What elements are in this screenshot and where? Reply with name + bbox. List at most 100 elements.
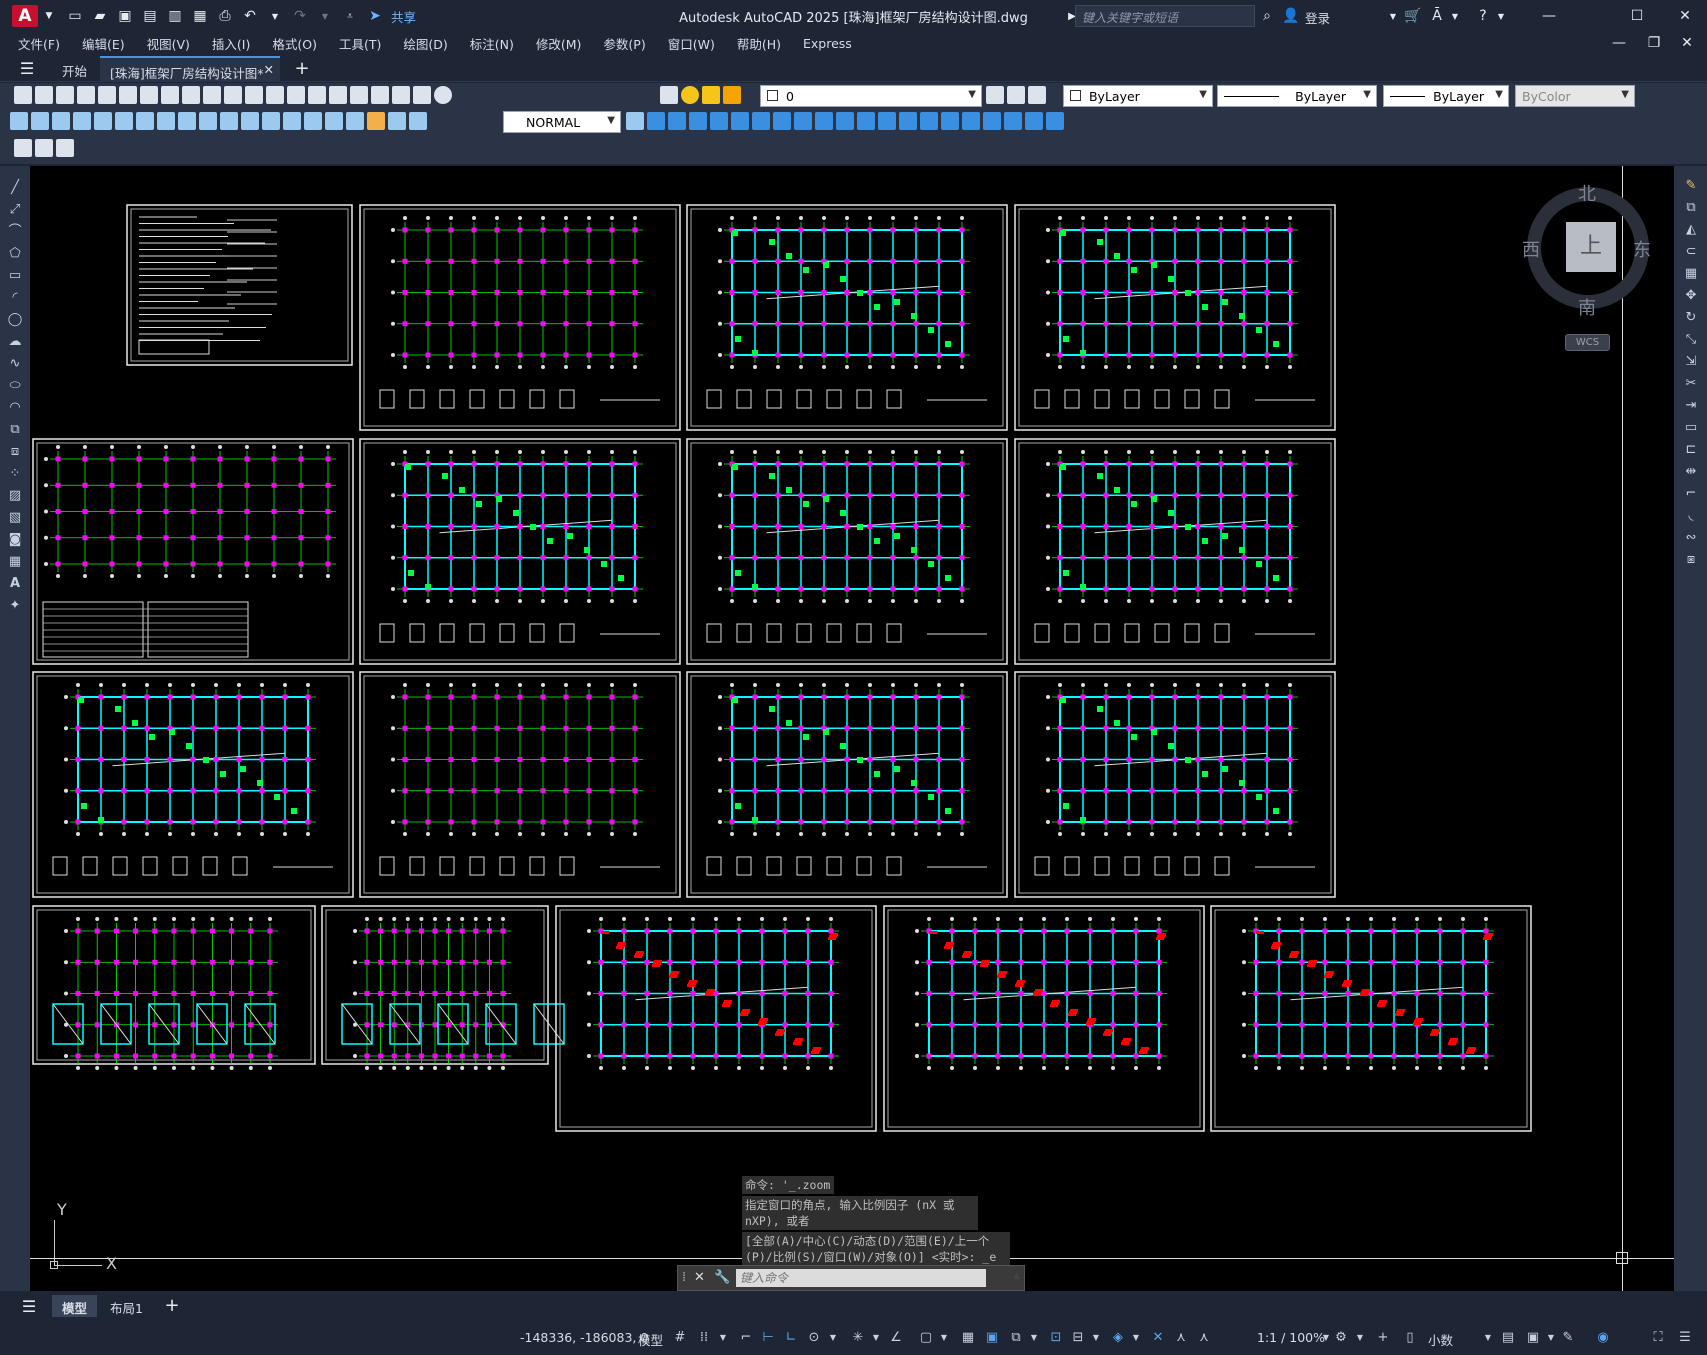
lineweight-display-icon[interactable]: ▦ xyxy=(960,1330,976,1346)
gradient-icon[interactable]: ▧ xyxy=(7,510,23,526)
menu-format[interactable]: 格式(O) xyxy=(272,34,317,53)
space-toggle[interactable]: 模型 xyxy=(638,1330,663,1349)
command-input[interactable] xyxy=(736,1269,986,1287)
polyline-icon[interactable]: ⌒ xyxy=(7,224,23,240)
r-extend-icon[interactable]: ⇥ xyxy=(1683,398,1699,414)
menu-dimension[interactable]: 标注(N) xyxy=(470,34,514,53)
mirror-icon[interactable] xyxy=(689,112,707,130)
array-icon[interactable] xyxy=(731,112,749,130)
tb-designcenter-icon[interactable] xyxy=(329,86,347,104)
region-icon[interactable]: ◙ xyxy=(7,532,23,548)
menu-insert[interactable]: 插入(I) xyxy=(212,34,250,53)
add-layout-icon[interactable]: + xyxy=(163,1295,181,1316)
lengthen-icon[interactable] xyxy=(1004,112,1022,130)
tb-cut-icon[interactable] xyxy=(140,86,158,104)
erase-icon[interactable] xyxy=(647,112,665,130)
user-icon[interactable]: 👤 xyxy=(1282,7,1300,25)
units-value[interactable]: 小数 xyxy=(1428,1330,1453,1349)
chamfer-icon[interactable] xyxy=(920,112,938,130)
command-line-grip[interactable]: ⁞ xyxy=(682,1270,686,1285)
isodraft-dropdown-icon[interactable]: ▼ xyxy=(868,1330,884,1346)
isolate-objects-icon[interactable]: ✎ xyxy=(1560,1330,1576,1346)
tb-zoom-icon[interactable] xyxy=(287,86,305,104)
r-break-icon[interactable]: ⊏ xyxy=(1683,442,1699,458)
viewcube-top-face[interactable]: 上 xyxy=(1566,222,1616,272)
app-menu-chevron-icon[interactable]: ▼ xyxy=(40,7,58,25)
tb-copy-icon[interactable] xyxy=(161,86,179,104)
viewcube-north[interactable]: 北 xyxy=(1578,180,1596,206)
menu-parametric[interactable]: 参数(P) xyxy=(603,34,645,53)
dynamic-ucs-dropdown-icon[interactable]: ▼ xyxy=(1088,1330,1104,1346)
dimstyle-dropdown[interactable]: NORMAL ▼ xyxy=(503,111,621,133)
units-dropdown-icon[interactable]: ▼ xyxy=(1480,1330,1496,1346)
tb-save-icon[interactable] xyxy=(56,86,74,104)
hamburger-menu-icon[interactable]: ☰ xyxy=(18,59,36,78)
selection-cycling-icon[interactable]: ⧉ xyxy=(1008,1330,1024,1346)
object-snap-tracking-icon[interactable]: ∠ xyxy=(888,1330,904,1346)
revcloud-icon[interactable]: ☁ xyxy=(7,334,23,350)
table-icon[interactable]: ▦ xyxy=(7,554,23,570)
command-customize-icon[interactable]: 🔧 xyxy=(714,1270,730,1285)
dim-break-icon[interactable] xyxy=(262,112,280,130)
dynamic-ucs-icon[interactable]: ⊟ xyxy=(1070,1330,1086,1346)
close-icon[interactable]: ✕ xyxy=(1676,7,1694,25)
linetype-dropdown[interactable]: ByLayer ▼ xyxy=(1217,85,1377,107)
tab-start[interactable]: 开始 xyxy=(52,56,97,82)
menu-help[interactable]: 帮助(H) xyxy=(737,34,781,53)
menu-draw[interactable]: 绘图(D) xyxy=(403,34,447,53)
login-label[interactable]: 登录 xyxy=(1305,8,1330,27)
tab-model[interactable]: 模型 xyxy=(52,1295,98,1317)
r-blend-icon[interactable]: ∾ xyxy=(1683,530,1699,546)
rectangle-icon[interactable]: ▭ xyxy=(7,268,23,284)
menu-modify[interactable]: 修改(M) xyxy=(536,34,582,53)
3d-osnap-icon[interactable]: ⊡ xyxy=(1048,1330,1064,1346)
tb-sheetset-icon[interactable] xyxy=(371,86,389,104)
drawing-canvas[interactable]: Y X xyxy=(30,166,1674,1291)
add-selected-icon[interactable]: ✦ xyxy=(7,598,23,614)
share-label[interactable]: 共享 xyxy=(391,7,416,26)
save-as-icon[interactable]: ▤ xyxy=(141,7,159,25)
annotation-monitor-icon[interactable]: + xyxy=(1375,1330,1391,1346)
tool-a-icon[interactable] xyxy=(14,139,32,157)
clean-screen-icon[interactable]: ⛶ xyxy=(1650,1330,1666,1346)
wcs-menu[interactable]: WCS xyxy=(1565,334,1610,351)
auto-scale-icon[interactable]: ⋏ xyxy=(1196,1330,1212,1346)
layer-previous-icon[interactable] xyxy=(1007,86,1025,104)
save-icon[interactable]: ▣ xyxy=(116,7,134,25)
tb-toolpalette-icon[interactable] xyxy=(350,86,368,104)
tool-c-icon[interactable] xyxy=(56,139,74,157)
menu-file[interactable]: 文件(F) xyxy=(18,34,60,53)
tb-help-icon[interactable] xyxy=(434,86,452,104)
scale-icon[interactable] xyxy=(794,112,812,130)
menu-view[interactable]: 视图(V) xyxy=(147,34,190,53)
insert-block-icon[interactable]: ⧉ xyxy=(7,422,23,438)
share-icon[interactable]: ➤ xyxy=(366,7,384,25)
dim-update-icon[interactable] xyxy=(409,112,427,130)
edit-polyline-icon[interactable] xyxy=(1046,112,1064,130)
blend-icon[interactable] xyxy=(1025,112,1043,130)
tb-publish-icon[interactable] xyxy=(119,86,137,104)
jogged-linear-icon[interactable] xyxy=(346,112,364,130)
dim-jogged-icon[interactable] xyxy=(115,112,133,130)
doc-minimize-icon[interactable]: — xyxy=(1610,34,1628,52)
offset-icon[interactable] xyxy=(710,112,728,130)
tb-redo-icon[interactable] xyxy=(245,86,263,104)
dim-aligned-icon[interactable] xyxy=(31,112,49,130)
snap-icon[interactable]: ⁞⁞ xyxy=(696,1330,712,1346)
app-logo[interactable]: A xyxy=(12,5,38,27)
snap-dropdown-icon[interactable]: ▼ xyxy=(715,1330,731,1346)
isodraft-icon[interactable]: ✳ xyxy=(850,1330,866,1346)
new-tab-icon[interactable]: + xyxy=(293,58,311,79)
r-array-icon[interactable]: ▦ xyxy=(1683,266,1699,282)
tb-new-icon[interactable] xyxy=(14,86,32,104)
r-rotate-icon[interactable]: ↻ xyxy=(1683,310,1699,326)
layer-dropdown[interactable]: 0 ▼ xyxy=(760,85,982,107)
spline-icon[interactable]: ∿ xyxy=(7,356,23,372)
r-offset-icon[interactable]: ⊂ xyxy=(1683,244,1699,260)
tb-preview-icon[interactable] xyxy=(98,86,116,104)
tab-close-icon[interactable]: ✕ xyxy=(264,62,274,77)
lock-ui-dropdown-icon[interactable]: ▼ xyxy=(1543,1330,1559,1346)
menu-edit[interactable]: 编辑(E) xyxy=(82,34,125,53)
login-dropdown-icon[interactable]: ▼ xyxy=(1384,7,1402,25)
object-snap-icon[interactable]: ▢ xyxy=(918,1330,934,1346)
